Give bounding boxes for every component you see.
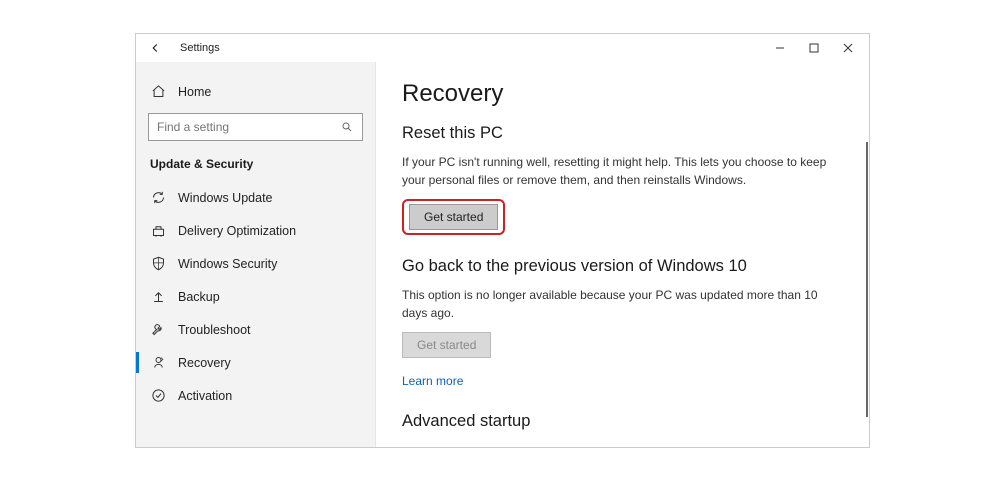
sidebar-item-windows-update[interactable]: Windows Update — [136, 181, 375, 214]
sidebar-category: Update & Security — [136, 151, 375, 181]
content-area: Home Update & Security Windows Update — [136, 62, 869, 447]
sidebar-item-label: Backup — [178, 290, 220, 304]
sidebar: Home Update & Security Windows Update — [136, 62, 376, 447]
window-title: Settings — [180, 42, 220, 54]
sidebar-item-label: Windows Update — [178, 191, 273, 205]
section-advanced-startup: Advanced startup — [402, 412, 842, 431]
maximize-button[interactable] — [797, 35, 831, 61]
home-label: Home — [178, 85, 211, 99]
search-input[interactable] — [148, 113, 363, 141]
reset-desc: If your PC isn't running well, resetting… — [402, 153, 842, 189]
reset-get-started-button[interactable]: Get started — [409, 204, 498, 230]
sidebar-item-recovery[interactable]: Recovery — [136, 346, 375, 379]
sidebar-item-label: Recovery — [178, 356, 231, 370]
delivery-icon — [150, 223, 166, 238]
highlight-ring: Get started — [402, 199, 505, 235]
titlebar: Settings — [136, 34, 869, 62]
home-button[interactable]: Home — [136, 76, 375, 107]
recovery-icon — [150, 355, 166, 370]
reset-title: Reset this PC — [402, 124, 842, 143]
advanced-title: Advanced startup — [402, 412, 842, 431]
shield-icon — [150, 256, 166, 271]
sidebar-item-label: Troubleshoot — [178, 323, 251, 337]
sidebar-item-backup[interactable]: Backup — [136, 280, 375, 313]
close-button[interactable] — [831, 35, 865, 61]
backup-icon — [150, 289, 166, 304]
section-go-back: Go back to the previous version of Windo… — [402, 257, 842, 390]
sidebar-item-label: Activation — [178, 389, 232, 403]
home-icon — [150, 84, 166, 99]
back-icon[interactable] — [148, 41, 162, 55]
minimize-button[interactable] — [763, 35, 797, 61]
wrench-icon — [150, 322, 166, 337]
check-circle-icon — [150, 388, 166, 403]
window-controls — [763, 35, 865, 61]
sidebar-item-windows-security[interactable]: Windows Security — [136, 247, 375, 280]
goback-title: Go back to the previous version of Windo… — [402, 257, 842, 276]
sidebar-item-label: Delivery Optimization — [178, 224, 296, 238]
goback-desc: This option is no longer available becau… — [402, 286, 842, 322]
main-panel: Recovery Reset this PC If your PC isn't … — [376, 62, 869, 447]
sidebar-nav: Windows Update Delivery Optimization Win… — [136, 181, 375, 412]
titlebar-left: Settings — [148, 41, 220, 55]
sidebar-item-troubleshoot[interactable]: Troubleshoot — [136, 313, 375, 346]
sync-icon — [150, 190, 166, 205]
section-reset-pc: Reset this PC If your PC isn't running w… — [402, 124, 842, 235]
settings-window: Settings Home — [135, 33, 870, 448]
sidebar-item-delivery-optimization[interactable]: Delivery Optimization — [136, 214, 375, 247]
sidebar-item-label: Windows Security — [178, 257, 277, 271]
search-wrap — [136, 107, 375, 151]
goback-get-started-button: Get started — [402, 332, 491, 358]
scrollbar[interactable] — [866, 142, 868, 417]
page-title: Recovery — [402, 80, 843, 108]
learn-more-link[interactable]: Learn more — [402, 374, 463, 388]
sidebar-item-activation[interactable]: Activation — [136, 379, 375, 412]
